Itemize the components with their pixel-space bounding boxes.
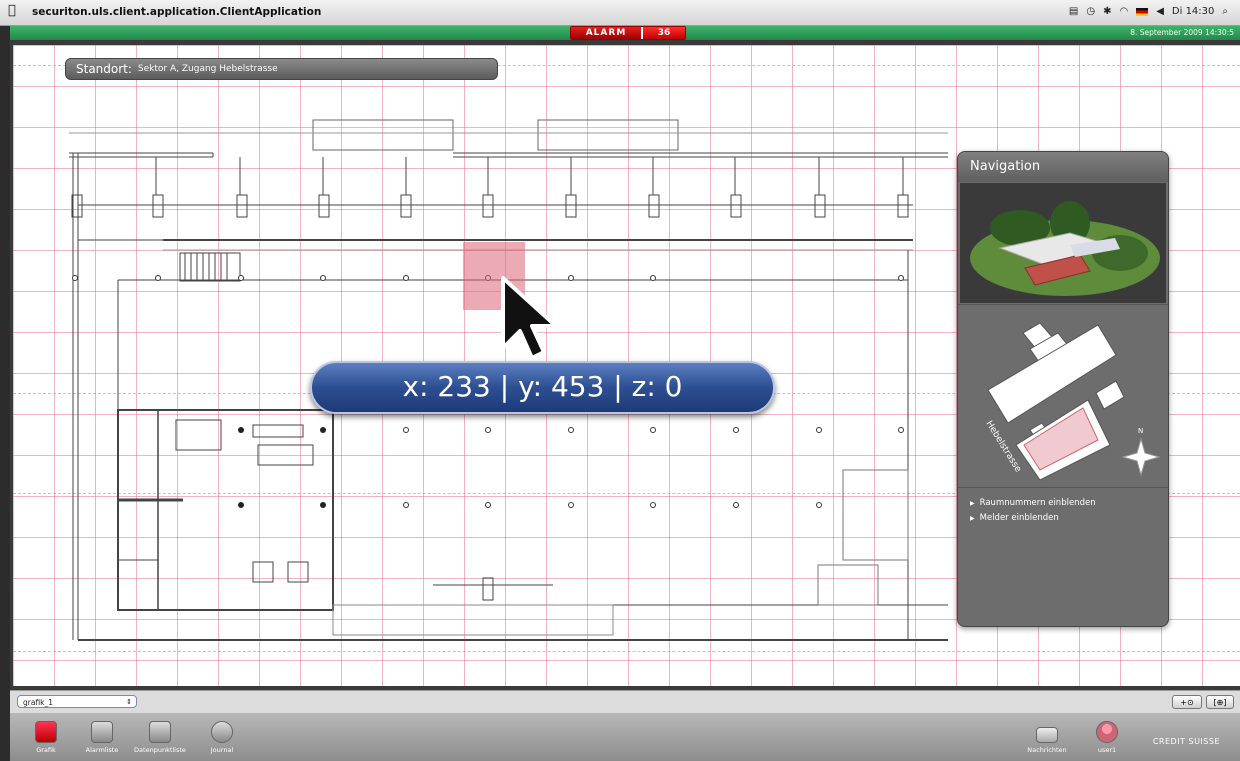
toolbar-journal[interactable]: Journal bbox=[202, 721, 242, 754]
fit-view-button[interactable]: [⊕] bbox=[1206, 695, 1234, 709]
user-button[interactable]: user1 bbox=[1090, 721, 1124, 754]
toolbar-label: Journal bbox=[210, 746, 234, 754]
toolbar-label: Alarmliste bbox=[85, 746, 119, 754]
site-overview-map[interactable]: Hebelstrasse N bbox=[958, 304, 1168, 488]
navigation-title: Navigation bbox=[958, 152, 1168, 182]
flag-icon[interactable] bbox=[1136, 7, 1149, 16]
toolbar-grafik[interactable]: Grafik bbox=[26, 721, 66, 754]
bottom-toolbar: Grafik Alarmliste Datenpunktliste Journa… bbox=[10, 713, 1240, 761]
zoom-view-button[interactable]: +⊙ bbox=[1172, 695, 1202, 709]
show-room-numbers-link[interactable]: ▶ Raumnummern einblenden bbox=[970, 498, 1096, 508]
window-edge bbox=[0, 26, 10, 761]
location-value: Sektor A, Zugang Hebelstrasse bbox=[137, 64, 278, 74]
menu-clock[interactable]: Di 14:30 bbox=[1172, 6, 1214, 17]
datapoint-list-icon bbox=[149, 721, 171, 743]
toolbar-label: Datenpunktliste bbox=[134, 746, 186, 754]
volume-icon[interactable]: ◀ bbox=[1156, 6, 1164, 17]
view-select-bar: grafik_1 ⇕ +⊙ [⊕] bbox=[10, 690, 1240, 713]
messages-button[interactable]: Nachrichten bbox=[1025, 721, 1069, 754]
apple-icon[interactable]:  bbox=[8, 4, 20, 17]
compass-north-label: N bbox=[1138, 427, 1143, 435]
link-label: Melder einblenden bbox=[979, 513, 1059, 523]
alarm-count: 36 bbox=[643, 27, 685, 39]
navigation-panel: Navigation Hebelstrasse N ▶ Raumnummern … bbox=[957, 151, 1169, 627]
mouse-cursor-icon bbox=[501, 276, 558, 360]
link-label: Raumnummern einblenden bbox=[979, 498, 1096, 508]
messages-label: Nachrichten bbox=[1027, 746, 1067, 754]
compass-icon: N bbox=[1121, 427, 1161, 477]
graphic-select[interactable]: grafik_1 ⇕ bbox=[17, 695, 137, 708]
menu-tray: ▤ ◷ ✱ ◠ ◀ Di 14:30 ⌕ bbox=[1069, 6, 1228, 17]
graphic-select-value: grafik_1 bbox=[23, 698, 54, 707]
select-arrows-icon: ⇕ bbox=[126, 698, 132, 706]
user-avatar-icon bbox=[1096, 721, 1118, 743]
location-label: Standort: bbox=[76, 62, 132, 76]
navigation-links: ▶ Raumnummern einblenden ▶ Melder einblend… bbox=[970, 498, 1096, 528]
user-label: user1 bbox=[1097, 746, 1117, 754]
toolbar-alarmliste[interactable]: Alarmliste bbox=[82, 721, 122, 754]
menu-bar:  securiton.uls.client.application.Clien… bbox=[0, 0, 1240, 26]
grafik-icon bbox=[35, 721, 57, 743]
time-machine-icon[interactable]: ◷ bbox=[1086, 6, 1095, 17]
alarm-indicator[interactable]: ALARM 36 bbox=[570, 26, 686, 40]
triangle-right-icon: ▶ bbox=[970, 515, 975, 522]
floorplan-canvas[interactable]: Standort: Sektor A, Zugang Hebelstrasse … bbox=[13, 45, 1240, 686]
bluetooth-icon[interactable]: ✱ bbox=[1103, 6, 1111, 17]
wifi-icon[interactable]: ◠ bbox=[1119, 6, 1128, 17]
status-datetime: 8. September 2009 14:30:5 bbox=[1130, 28, 1234, 37]
coordinate-readout: x: 233 | y: 453 | z: 0 bbox=[310, 361, 775, 414]
app-name[interactable]: securiton.uls.client.application.ClientA… bbox=[32, 6, 321, 18]
triangle-right-icon: ▶ bbox=[970, 500, 975, 507]
alarm-label: ALARM bbox=[571, 27, 641, 39]
show-detectors-link[interactable]: ▶ Melder einblenden bbox=[970, 513, 1096, 523]
toolbar-datenpunktliste[interactable]: Datenpunktliste bbox=[134, 721, 186, 754]
spotlight-search-icon[interactable]: ⌕ bbox=[1222, 6, 1228, 17]
envelope-icon bbox=[1036, 727, 1058, 743]
location-bar: Standort: Sektor A, Zugang Hebelstrasse bbox=[65, 58, 498, 80]
credit-suisse-logo: CREDIT SUISSE bbox=[1152, 737, 1220, 746]
building-aerial-photo[interactable] bbox=[960, 183, 1166, 303]
toolbar-label: Grafik bbox=[36, 746, 56, 754]
journal-clock-icon bbox=[211, 721, 233, 743]
alarm-bell-icon bbox=[91, 721, 113, 743]
script-icon[interactable]: ▤ bbox=[1069, 6, 1078, 17]
